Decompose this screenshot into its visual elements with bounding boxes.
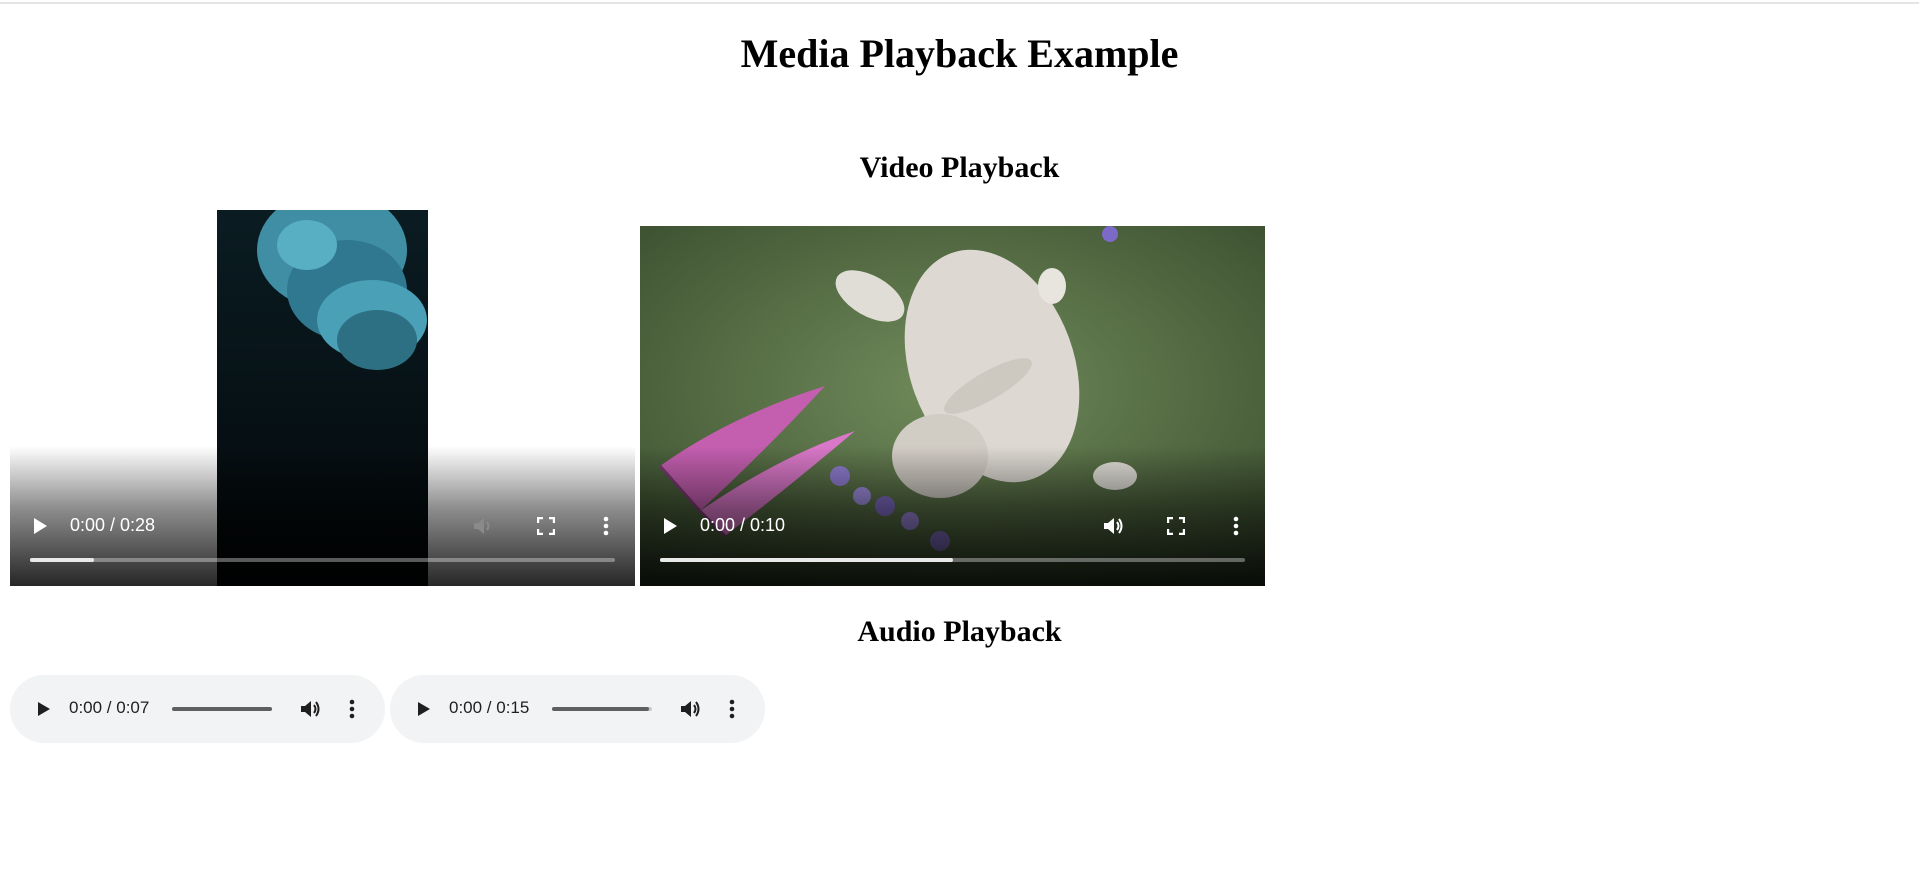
more-options-icon[interactable]: [718, 695, 746, 723]
fullscreen-icon[interactable]: [532, 512, 560, 540]
more-options-icon[interactable]: [592, 512, 620, 540]
audio-section-heading: Audio Playback: [857, 615, 1062, 648]
audio-2-seek-progress: [552, 707, 649, 711]
video-1-seek-progress: [30, 558, 95, 562]
video-1-controls: 0:00 / 0:28: [10, 446, 635, 586]
volume-icon[interactable]: [470, 512, 498, 540]
video-2-time: 0:00 / 0:10: [700, 515, 786, 535]
volume-icon[interactable]: [677, 695, 705, 723]
video-player-2[interactable]: 0:00 / 0:10: [640, 226, 1265, 586]
play-icon[interactable]: [656, 512, 684, 540]
audio-player-1[interactable]: 0:00 / 0:07: [10, 675, 385, 743]
audio-player-2[interactable]: 0:00 / 0:15: [390, 675, 765, 743]
audio-1-time: 0:00 / 0:07: [69, 698, 150, 717]
fullscreen-icon[interactable]: [1162, 512, 1190, 540]
video-2-seek-bar[interactable]: [660, 558, 1245, 562]
play-icon[interactable]: [26, 512, 54, 540]
volume-icon[interactable]: [1100, 512, 1128, 540]
video-1-seek-bar[interactable]: [30, 558, 615, 562]
audio-1-seek-bar[interactable]: [172, 707, 272, 711]
video-2-controls: 0:00 / 0:10: [640, 446, 1265, 586]
video-section-heading: Video Playback: [859, 151, 1060, 184]
top-border: [0, 2, 1919, 4]
volume-icon[interactable]: [297, 695, 325, 723]
video-1-time: 0:00 / 0:28: [70, 515, 156, 535]
play-icon[interactable]: [30, 695, 58, 723]
more-options-icon[interactable]: [1222, 512, 1250, 540]
play-icon[interactable]: [410, 695, 438, 723]
more-options-icon[interactable]: [338, 695, 366, 723]
audio-2-time: 0:00 / 0:15: [449, 698, 530, 717]
audio-2-seek-bar[interactable]: [552, 707, 652, 711]
video-player-1[interactable]: 0:00 / 0:28: [10, 210, 635, 586]
audio-1-seek-progress: [172, 707, 272, 711]
page-title: Media Playback Example: [740, 31, 1179, 76]
video-2-seek-progress: [660, 558, 953, 562]
